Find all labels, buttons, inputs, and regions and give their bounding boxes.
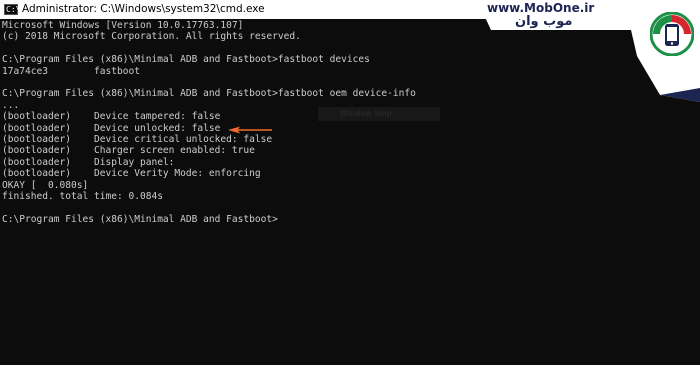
mobone-watermark: www.MobOne.ir موب وان <box>455 0 700 102</box>
console-line: (c) 2018 Microsoft Corporation. All righ… <box>2 31 301 43</box>
cmd-icon: C:\ <box>4 4 21 15</box>
console-line: (bootloader) Device tampered: false <box>2 111 221 123</box>
watermark-url: www.MobOne.ir <box>487 1 595 15</box>
console-line: (bootloader) Charger screen enabled: tru… <box>2 145 255 157</box>
snip-tooltip-text: Window Snip <box>340 109 392 118</box>
snip-tooltip-ghost: Window Snip <box>318 107 440 121</box>
annotation-arrow-icon <box>228 126 272 134</box>
console-prompt: C:\Program Files (x86)\Minimal ADB and F… <box>2 213 278 225</box>
window-title: Administrator: C:\Windows\system32\cmd.e… <box>22 3 265 15</box>
console-line: ... <box>2 99 20 111</box>
console-line: 17a74ce3 fastboot <box>2 65 140 77</box>
console-line-device-unlocked: (bootloader) Device unlocked: false <box>2 122 221 134</box>
watermark-name: موب وان <box>515 14 573 29</box>
console-line: (bootloader) Device Verity Mode: enforci… <box>2 168 261 180</box>
console-line: finished. total time: 0.084s <box>2 191 163 202</box>
cmd-window: C:\ Administrator: C:\Windows\system32\c… <box>0 0 700 365</box>
console-line: C:\Program Files (x86)\Minimal ADB and F… <box>2 54 370 66</box>
console-line: Microsoft Windows [Version 10.0.17763.10… <box>2 20 244 31</box>
console-line: C:\Program Files (x86)\Minimal ADB and F… <box>2 88 416 100</box>
cmd-icon-glyph: C:\ <box>6 5 21 14</box>
console-line: (bootloader) Device critical unlocked: f… <box>2 134 273 145</box>
console-line: (bootloader) Display panel: <box>2 156 175 168</box>
console-line: OKAY [ 0.080s] <box>2 179 89 191</box>
mobone-phone-logo-icon <box>650 12 694 56</box>
